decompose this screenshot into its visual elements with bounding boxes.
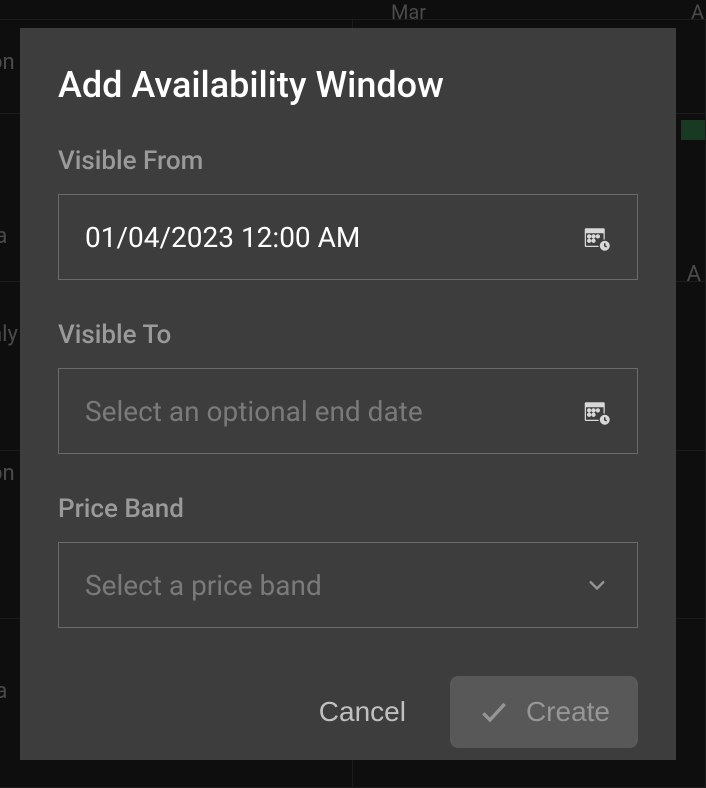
create-button[interactable]: Create <box>450 676 638 748</box>
calendar-icon <box>581 222 611 252</box>
visible-to-placeholder: Select an optional end date <box>85 395 581 428</box>
add-availability-window-modal: Add Availability Window Visible From 01/… <box>20 28 676 760</box>
price-band-field: Price Band Select a price band <box>58 494 638 628</box>
visible-from-input[interactable]: 01/04/2023 12:00 AM <box>58 194 638 280</box>
visible-from-value: 01/04/2023 12:00 AM <box>85 221 581 254</box>
check-icon <box>478 696 510 728</box>
price-band-placeholder: Select a price band <box>85 569 583 602</box>
create-button-label: Create <box>526 696 610 728</box>
visible-to-input[interactable]: Select an optional end date <box>58 368 638 454</box>
price-band-select[interactable]: Select a price band <box>58 542 638 628</box>
modal-title: Add Availability Window <box>58 64 638 106</box>
button-row: Cancel Create <box>58 676 638 748</box>
visible-from-field: Visible From 01/04/2023 12:00 AM <box>58 146 638 280</box>
calendar-icon <box>581 396 611 426</box>
cancel-button[interactable]: Cancel <box>315 688 410 736</box>
visible-to-label: Visible To <box>58 320 638 350</box>
price-band-label: Price Band <box>58 494 638 524</box>
visible-to-field: Visible To Select an optional end date <box>58 320 638 454</box>
visible-from-label: Visible From <box>58 146 638 176</box>
chevron-down-icon <box>583 571 611 599</box>
